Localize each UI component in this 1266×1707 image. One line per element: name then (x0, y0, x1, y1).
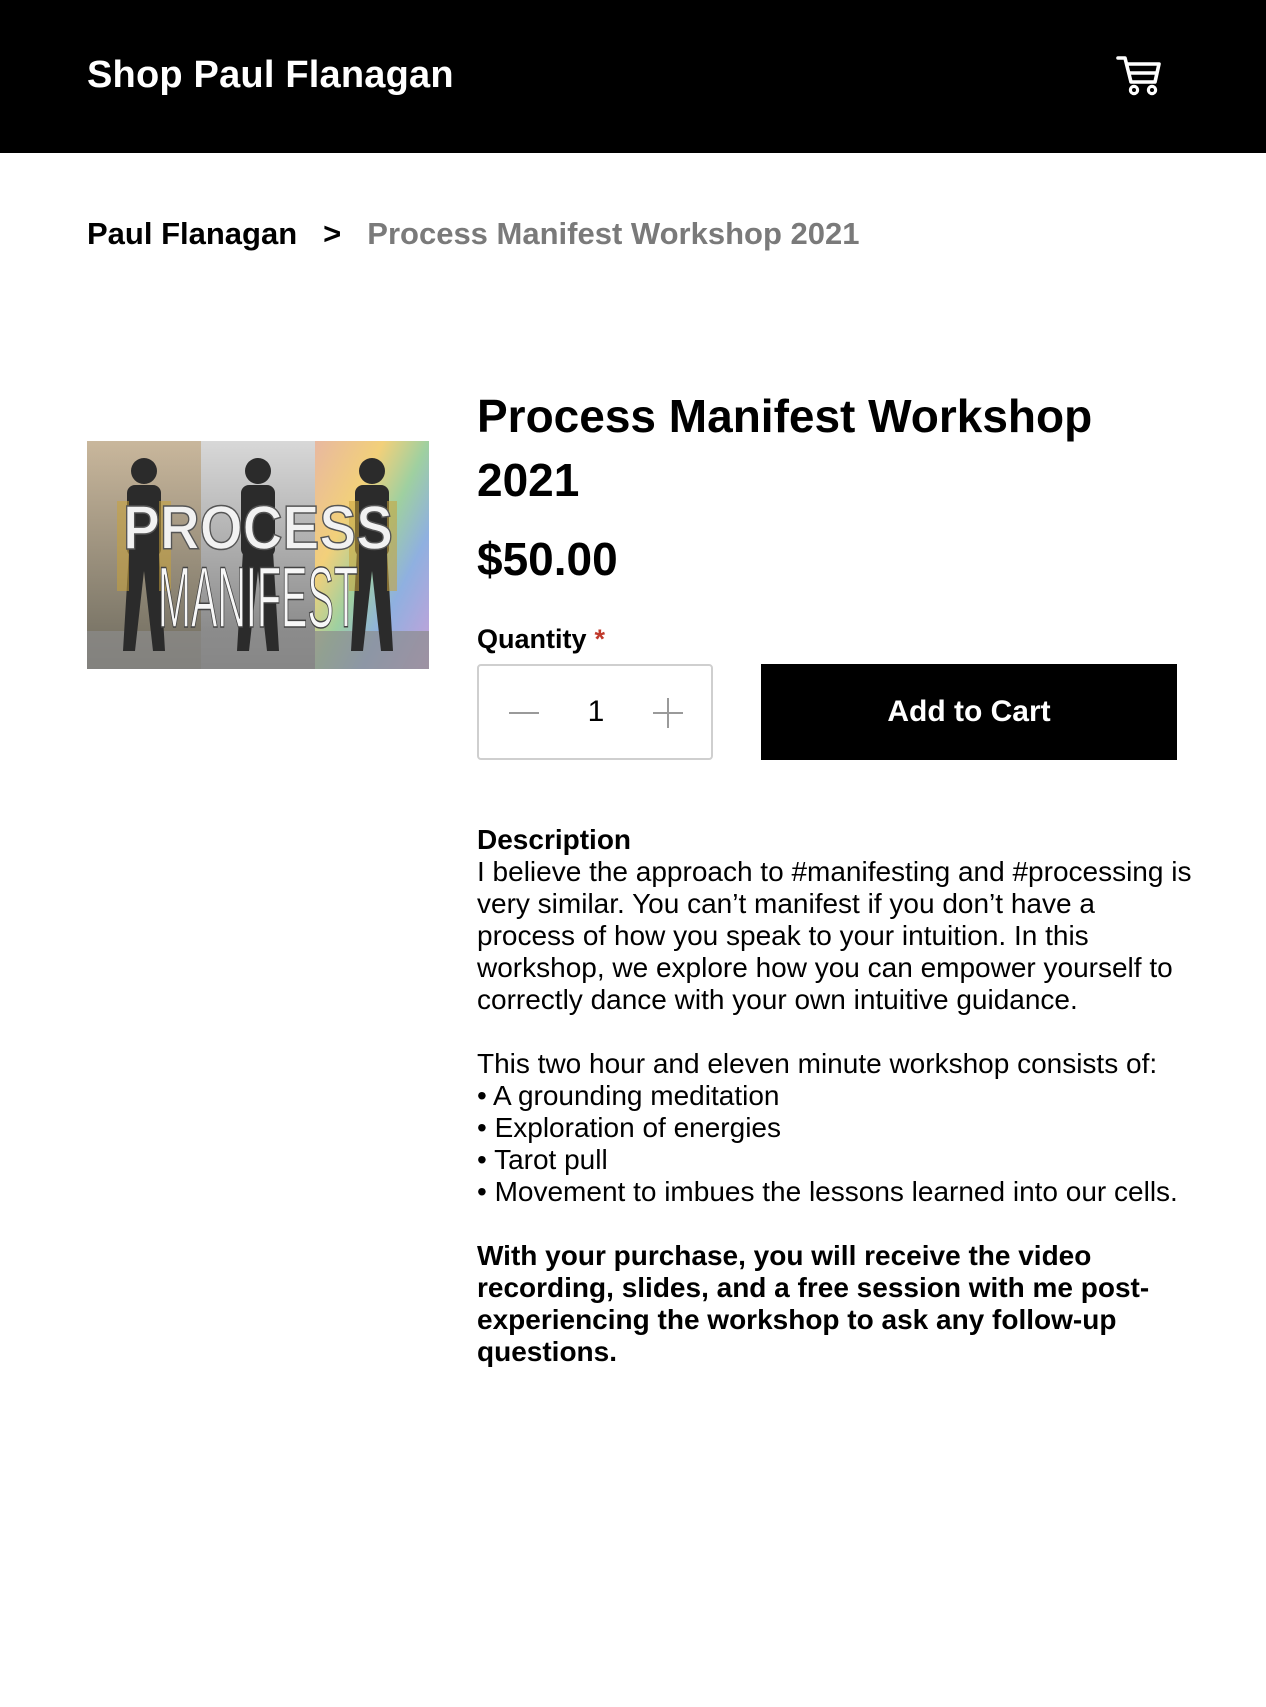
product-image[interactable]: PROCESS MANIFEST (87, 441, 429, 669)
description-closing: With your purchase, you will receive the… (477, 1240, 1150, 1367)
increase-quantity-button[interactable] (651, 696, 685, 730)
description-heading: Description (477, 824, 632, 855)
product-price: $50.00 (477, 533, 618, 585)
add-to-cart-button[interactable]: Add to Cart (761, 664, 1177, 760)
description-list-item: • Exploration of energies (477, 1112, 781, 1143)
description-intro: This two hour and eleven minute workshop… (477, 1048, 1158, 1079)
shopping-cart-icon (1116, 56, 1161, 96)
description-section: Description I believe the approach to #m… (477, 824, 1197, 1368)
cart-button[interactable] (1112, 48, 1166, 102)
breadcrumb-separator: > (323, 216, 342, 251)
description-list-item: • Movement to imbues the lessons learned… (477, 1176, 1178, 1207)
required-marker: * (594, 624, 606, 654)
quantity-stepper (477, 664, 713, 760)
quantity-label-text: Quantity (477, 624, 587, 654)
image-text-manifest: MANIFEST (158, 550, 358, 646)
breadcrumb-home-link[interactable]: Paul Flanagan (87, 216, 297, 252)
description-paragraph: I believe the approach to #manifesting a… (477, 856, 1192, 1015)
description-list-item: • A grounding meditation (477, 1080, 780, 1111)
decrease-quantity-button[interactable] (509, 700, 543, 726)
breadcrumb: Paul Flanagan > Process Manifest Worksho… (87, 216, 859, 252)
product-title: Process Manifest Workshop 2021 (477, 390, 1093, 506)
site-header: Shop Paul Flanagan (0, 0, 1266, 153)
quantity-input[interactable] (571, 666, 621, 758)
breadcrumb-current: Process Manifest Workshop 2021 (367, 216, 860, 251)
description-list-item: • Tarot pull (477, 1144, 608, 1175)
shop-title[interactable]: Shop Paul Flanagan (87, 54, 454, 97)
quantity-label: Quantity * (477, 624, 605, 655)
